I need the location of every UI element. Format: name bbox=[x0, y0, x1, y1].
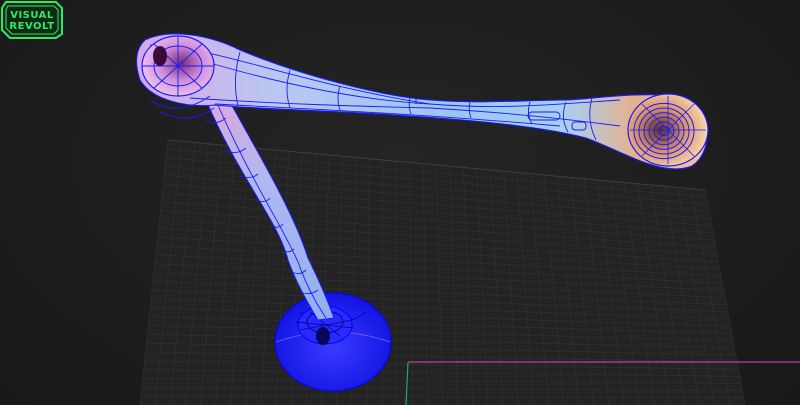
base-disc[interactable] bbox=[274, 292, 392, 392]
logo-line1: VISUAL bbox=[10, 10, 54, 21]
ground-grid bbox=[139, 139, 746, 405]
viewport-canvas[interactable] bbox=[0, 0, 800, 405]
logo-line2: REVOLT bbox=[9, 21, 54, 32]
3d-viewport[interactable]: VISUAL REVOLT bbox=[0, 0, 800, 405]
visual-revolt-logo-icon: VISUAL REVOLT bbox=[1, 0, 63, 39]
right-bulb[interactable] bbox=[627, 93, 709, 167]
